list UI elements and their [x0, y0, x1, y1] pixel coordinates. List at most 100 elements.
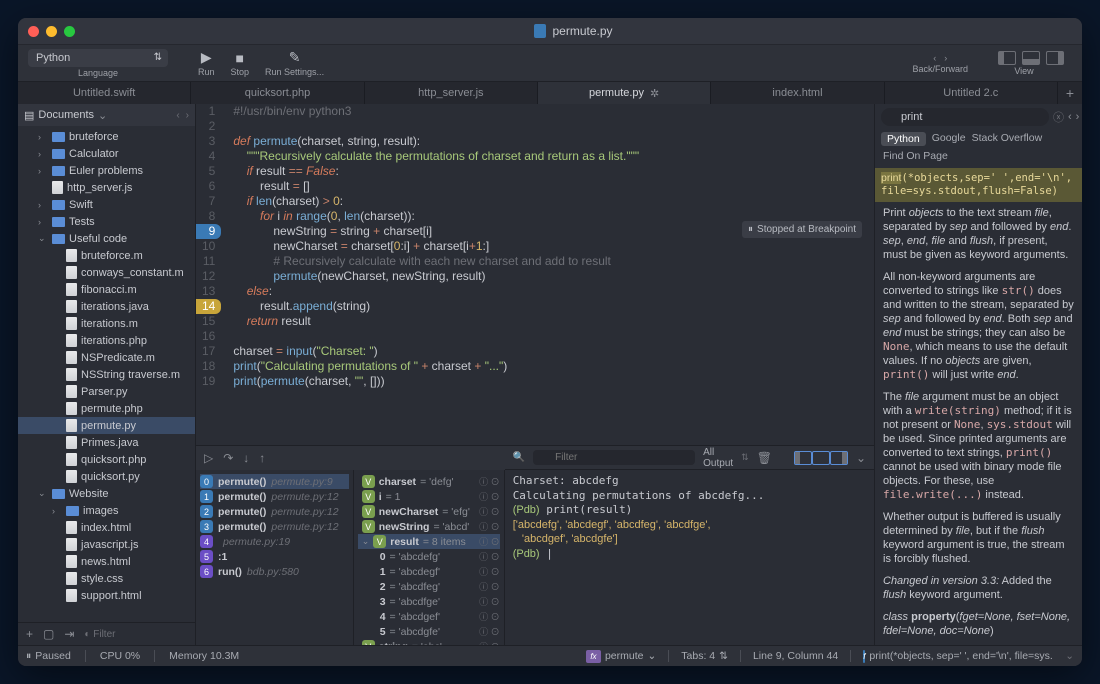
variable-row[interactable]: VnewCharset = 'efg'ⓘ ⊙: [358, 504, 500, 519]
doc-fwd-icon[interactable]: ›: [1076, 111, 1080, 124]
file-iterations-java[interactable]: iterations.java: [18, 298, 195, 315]
stop-button[interactable]: ■Stop: [223, 50, 258, 77]
sb-chevron-icon[interactable]: ⌄: [1065, 650, 1074, 662]
file-Primes-java[interactable]: Primes.java: [18, 434, 195, 451]
callstack-frame[interactable]: 4 permute.py:19: [200, 534, 349, 549]
doc-search-input[interactable]: [881, 108, 1049, 126]
callstack-frame[interactable]: 3permute() permute.py:12: [200, 519, 349, 534]
new-file-icon[interactable]: ▢: [43, 627, 54, 641]
file-permute-php[interactable]: permute.php: [18, 400, 195, 417]
file-iterations-m[interactable]: iterations.m: [18, 315, 195, 332]
file-conways_constant-m[interactable]: conways_constant.m: [18, 264, 195, 281]
clear-icon[interactable]: ⓧ: [1053, 109, 1064, 125]
folder-Calculator[interactable]: ›Calculator: [18, 145, 195, 162]
step-out-icon[interactable]: ↑: [259, 451, 265, 465]
variable-row[interactable]: VnewString = 'abcd'ⓘ ⊙: [358, 519, 500, 534]
tab-quicksort-php[interactable]: quicksort.php: [191, 82, 364, 104]
file-index-html[interactable]: index.html: [18, 519, 195, 536]
tab-Untitled-swift[interactable]: Untitled.swift: [18, 82, 191, 104]
window-title: permute.py: [552, 24, 612, 38]
file-quicksort-php[interactable]: quicksort.php: [18, 451, 195, 468]
trash-icon[interactable]: 🗑: [757, 451, 772, 465]
variable-row[interactable]: 5 = 'abcdgfe'ⓘ ⊙: [358, 624, 500, 639]
folder-Swift[interactable]: ›Swift: [18, 196, 195, 213]
sb-tabs[interactable]: Tabs: 4 ⇅: [681, 650, 728, 662]
add-icon[interactable]: +: [26, 627, 33, 641]
file-news-html[interactable]: news.html: [18, 553, 195, 570]
callstack-frame[interactable]: 5:1: [200, 549, 349, 564]
folder-Tests[interactable]: ›Tests: [18, 213, 195, 230]
doc-back-icon[interactable]: ‹: [1068, 111, 1072, 124]
tab-Untitled-2-c[interactable]: Untitled 2.c: [885, 82, 1058, 104]
callstack-frame[interactable]: 1permute() permute.py:12: [200, 489, 349, 504]
variable-row[interactable]: 2 = 'abcdfeg'ⓘ ⊙: [358, 579, 500, 594]
step-over-icon[interactable]: ↷: [223, 451, 233, 465]
app-window: permute.py Python Language ▶Run ■Stop ✎R…: [18, 18, 1082, 666]
sb-function[interactable]: fxpermute ⌄: [586, 650, 656, 663]
doc-source-python[interactable]: Python: [881, 132, 926, 146]
sidebar-header[interactable]: ▤Documents⌄ ‹›: [18, 104, 195, 126]
variable-row[interactable]: 3 = 'abcdfge'ⓘ ⊙: [358, 594, 500, 609]
file-permute-py[interactable]: permute.py: [18, 417, 195, 434]
sidebar-fwd-icon[interactable]: ›: [186, 110, 189, 121]
view-buttons[interactable]: View: [976, 51, 1072, 76]
action-icon[interactable]: ⇥: [64, 627, 74, 641]
code-editor[interactable]: 12345678910111213141516171819 #!/usr/bin…: [196, 104, 874, 445]
file-iterations-php[interactable]: iterations.php: [18, 332, 195, 349]
file-bruteforce-m[interactable]: bruteforce.m: [18, 247, 195, 264]
tab-http_server-js[interactable]: http_server.js: [365, 82, 538, 104]
console-output[interactable]: Charset: abcdefg Calculating permutation…: [505, 470, 874, 645]
folder-images[interactable]: ›images: [18, 502, 195, 519]
doc-source-google[interactable]: Google: [932, 132, 966, 146]
language-select[interactable]: Python: [28, 49, 168, 67]
titlebar: permute.py: [18, 18, 1082, 44]
file-fibonacci-m[interactable]: fibonacci.m: [18, 281, 195, 298]
folder-Useful-code[interactable]: ⌄Useful code: [18, 230, 195, 247]
find-on-page[interactable]: Find On Page: [875, 148, 1082, 164]
doc-body: Print objects to the text stream file, s…: [875, 206, 1082, 645]
callstack-frame[interactable]: 2permute() permute.py:12: [200, 504, 349, 519]
minimize-icon[interactable]: [46, 26, 57, 37]
file-http_server-js[interactable]: http_server.js: [18, 179, 195, 196]
add-tab-icon[interactable]: +: [1058, 82, 1082, 104]
file-NSPredicate-m[interactable]: NSPredicate.m: [18, 349, 195, 366]
close-icon[interactable]: [28, 26, 39, 37]
file-javascript-js[interactable]: javascript.js: [18, 536, 195, 553]
file-NSString-traverse-m[interactable]: NSString traverse.m: [18, 366, 195, 383]
step-in-icon[interactable]: ↓: [243, 451, 249, 465]
doc-signature: print(*objects,sep=' ',end='\n', file=sy…: [875, 168, 1082, 202]
file-support-html[interactable]: support.html: [18, 587, 195, 604]
nav-buttons[interactable]: ‹› Back/Forward: [904, 53, 976, 74]
view-right-icon: [1046, 51, 1064, 65]
variable-row[interactable]: 0 = 'abcdefg'ⓘ ⊙: [358, 549, 500, 564]
tab-index-html[interactable]: index.html: [711, 82, 884, 104]
run-button[interactable]: ▶Run: [190, 49, 223, 77]
callstack-frame[interactable]: 6run() bdb.py:580: [200, 564, 349, 579]
split-right-icon[interactable]: [830, 451, 848, 465]
doc-source-stackoverflow[interactable]: Stack Overflow: [972, 132, 1043, 146]
tab-permute-py[interactable]: permute.py✲: [538, 82, 711, 104]
maximize-icon[interactable]: [64, 26, 75, 37]
folder-Euler-problems[interactable]: ›Euler problems: [18, 162, 195, 179]
view-left-icon: [998, 51, 1016, 65]
file-quicksort-py[interactable]: quicksort.py: [18, 468, 195, 485]
callstack-frame[interactable]: 0permute() permute.py:9: [200, 474, 349, 489]
sb-doc-sig[interactable]: fprint(*objects, sep=' ', end='\n', file…: [863, 650, 1053, 663]
continue-icon[interactable]: ▷: [204, 451, 213, 465]
folder-bruteforce[interactable]: ›bruteforce: [18, 128, 195, 145]
variable-row[interactable]: ⌄Vresult = 8 itemsⓘ ⊙: [358, 534, 500, 549]
folder-Website[interactable]: ⌄Website: [18, 485, 195, 502]
file-style-css[interactable]: style.css: [18, 570, 195, 587]
sidebar-back-icon[interactable]: ‹: [176, 110, 179, 121]
variable-row[interactable]: 1 = 'abcdegf'ⓘ ⊙: [358, 564, 500, 579]
file-Parser-py[interactable]: Parser.py: [18, 383, 195, 400]
run-settings-button[interactable]: ✎Run Settings...: [257, 49, 332, 77]
chevron-down-icon[interactable]: ⌄: [856, 451, 866, 465]
console-filter-input[interactable]: [533, 450, 695, 465]
variable-row[interactable]: Vcharset = 'defg'ⓘ ⊙: [358, 474, 500, 489]
variable-row[interactable]: 4 = 'abcdgef'ⓘ ⊙: [358, 609, 500, 624]
split-left-icon[interactable]: [794, 451, 812, 465]
output-mode-select[interactable]: All Output: [703, 447, 733, 469]
variable-row[interactable]: Vi = 1ⓘ ⊙: [358, 489, 500, 504]
sidebar-filter[interactable]: Filter: [93, 629, 115, 640]
